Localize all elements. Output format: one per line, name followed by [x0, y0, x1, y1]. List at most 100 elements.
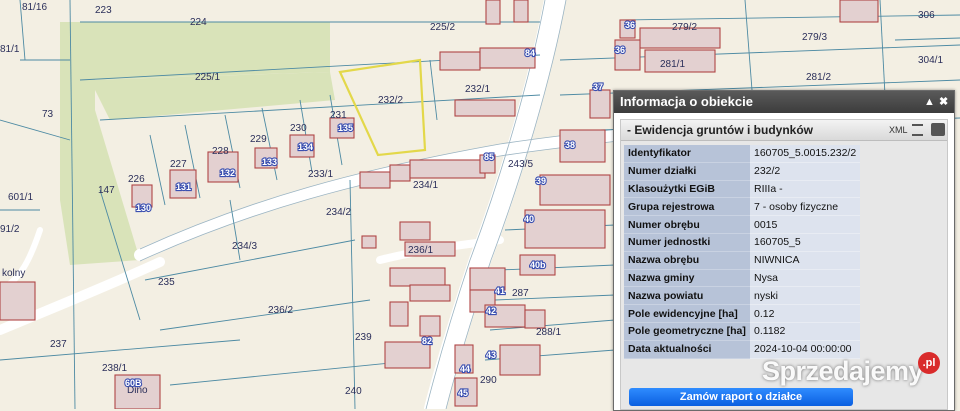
panel-header[interactable]: Informacja o obiekcie ▲ ✖ [614, 91, 954, 113]
attribute-value: 0.12 [750, 304, 861, 323]
building-number: 38 [565, 140, 575, 150]
plot-label: 233/1 [308, 169, 333, 180]
attribute-value: 0015 [750, 215, 861, 234]
plot-label: 228 [212, 146, 229, 157]
attribute-key: Nazwa gminy [624, 269, 750, 288]
attribute-row: Pole geometryczne [ha] 0.1182 [624, 322, 861, 341]
plot-label: 306 [918, 10, 935, 21]
attribute-row: Grupa rejestrowa 7 - osoby fizyczne [624, 197, 861, 217]
attribute-key: Nazwa obrębu [624, 251, 750, 270]
plot-label: 288/1 [536, 327, 561, 338]
plot-label: 234/1 [413, 180, 438, 191]
building-number: 130 [136, 203, 151, 213]
plot-label: 243/5 [508, 159, 533, 170]
attribute-value: 232/2 [750, 162, 861, 181]
plot-label: 223 [95, 5, 112, 16]
attribute-row: Numer działki 232/2 [624, 162, 861, 181]
building-number: 135 [338, 123, 353, 133]
panel-title: Informacja o obiekcie [620, 94, 753, 109]
building-number: 131 [176, 182, 191, 192]
attribute-key: Pole geometryczne [ha] [624, 322, 750, 341]
building-number: 39 [536, 176, 546, 186]
attribute-table: Identyfikator 160705_5.0015.232/2 Numer dz… [624, 145, 861, 359]
building-number: 36 [625, 20, 635, 30]
plot-label: 240 [345, 386, 362, 397]
attribute-value: 7 - osoby fizyczne [750, 197, 861, 217]
building-number: 42 [486, 306, 496, 316]
building-number: 133 [262, 157, 277, 167]
attribute-row: Pole ewidencyjne [ha] 0.12 [624, 304, 861, 323]
xml-export-button[interactable]: XML [889, 120, 908, 140]
plot-label: 232/2 [378, 95, 403, 106]
plot-label: 227 [170, 159, 187, 170]
plot-label: 81/1 [0, 44, 20, 55]
plot-label: 304/1 [918, 55, 943, 66]
plot-label: 279/2 [672, 22, 697, 33]
attribute-value: RIIIa - [750, 180, 861, 199]
plot-label: 224 [190, 17, 207, 28]
building-number: 134 [298, 142, 313, 152]
plot-label: 232/1 [465, 84, 490, 95]
plot-label: 147 [98, 185, 115, 196]
plot-label: 73 [42, 109, 54, 120]
watermark-badge: .pl [918, 352, 940, 374]
building-number: 36 [615, 45, 625, 55]
plot-label: 236/2 [268, 305, 293, 316]
plot-label: 279/3 [802, 32, 827, 43]
section-bar-egib[interactable]: - Ewidencja gruntów i budynków XML [621, 120, 947, 141]
building-number: 45 [458, 388, 468, 398]
attribute-key: Pole ewidencyjne [ha] [624, 304, 750, 323]
attribute-key: Data aktualności [624, 340, 750, 359]
plot-label: 287 [512, 288, 529, 299]
attribute-key: Grupa rejestrowa [624, 197, 750, 217]
plot-label: 91/2 [0, 224, 20, 235]
attribute-key: Numer obrębu [624, 215, 750, 234]
road-label: kolny [2, 268, 25, 279]
attribute-value: 0.1182 [750, 322, 861, 341]
building-number: 43 [486, 350, 496, 360]
building-number: 60B [125, 378, 142, 388]
plot-label: 290 [480, 375, 497, 386]
plot-label: 601/1 [8, 192, 33, 203]
attribute-value: 160705_5 [750, 233, 861, 252]
attribute-row: Klasoużytki EGiB RIIIa - [624, 180, 861, 199]
plot-label: 225/2 [430, 22, 455, 33]
building-number: 40b [530, 260, 546, 270]
list-icon[interactable] [912, 124, 923, 136]
plot-label: 234/2 [326, 207, 351, 218]
building-number: 37 [593, 82, 603, 92]
plot-label: 236/1 [408, 245, 433, 256]
attribute-key: Numer jednostki [624, 233, 750, 252]
print-icon[interactable] [931, 123, 945, 136]
attribute-row: Numer jednostki 160705_5 [624, 233, 861, 252]
plot-label: 230 [290, 123, 307, 134]
plot-label: 234/3 [232, 241, 257, 252]
plot-label: 239 [355, 332, 372, 343]
building-number: 132 [220, 168, 235, 178]
attribute-row: Nazwa powiatu nyski [624, 286, 861, 306]
building-number: 85 [484, 152, 494, 162]
attribute-row: Nazwa obrębu NIWNICA [624, 251, 861, 270]
attribute-key: Numer działki [624, 162, 750, 181]
attribute-key: Klasoużytki EGiB [624, 180, 750, 199]
building-number: 40 [524, 214, 534, 224]
attribute-key: Nazwa powiatu [624, 286, 750, 306]
section-title: - Ewidencja gruntów i budynków [627, 123, 814, 137]
building-number: 84 [525, 48, 535, 58]
attribute-value: 160705_5.0015.232/2 [750, 145, 861, 163]
plot-label: 225/1 [195, 72, 220, 83]
plot-label: 81/16 [22, 2, 47, 13]
plot-label: 281/2 [806, 72, 831, 83]
minimize-icon[interactable]: ▲ [924, 91, 935, 113]
close-icon[interactable]: ✖ [939, 91, 948, 113]
plot-label: 226 [128, 174, 145, 185]
order-report-button[interactable]: Zamów raport o działce [629, 388, 853, 406]
plot-label: 231 [330, 110, 347, 121]
building-number: 44 [460, 364, 470, 374]
attribute-row: Numer obrębu 0015 [624, 215, 861, 234]
plot-label: 238/1 [102, 363, 127, 374]
attribute-row: Identyfikator 160705_5.0015.232/2 [624, 145, 861, 163]
plot-label: 237 [50, 339, 67, 350]
building-number: 82 [422, 336, 432, 346]
plot-label: 229 [250, 134, 267, 145]
